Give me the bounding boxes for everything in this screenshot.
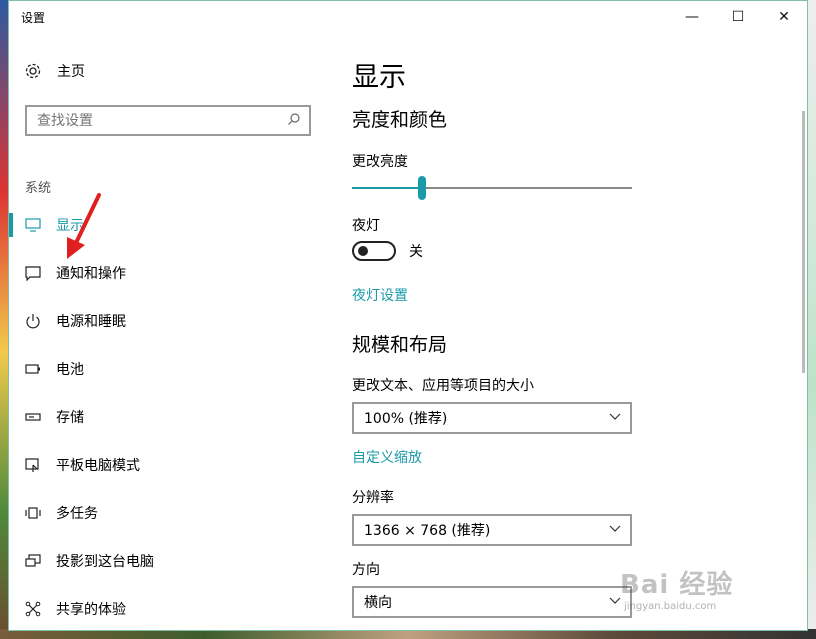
sidebar-item-label: 电源和睡眠 xyxy=(56,314,126,330)
night-light-state: 关 xyxy=(409,244,423,260)
monitor-icon xyxy=(23,215,43,235)
watermark-url: jingyan.baidu.com xyxy=(624,601,717,612)
sidebar-item-label: 投影到这台电脑 xyxy=(56,554,154,570)
sidebar-item-notifications[interactable]: 通知和操作 xyxy=(9,253,329,293)
main-content: 显示 亮度和颜色 更改亮度 夜灯 关 夜灯设置 规模和布局 更改文本、应用等项目… xyxy=(352,33,772,630)
close-icon: ✕ xyxy=(778,9,790,25)
brightness-label: 更改亮度 xyxy=(352,154,408,170)
sidebar-item-battery[interactable]: 电池 xyxy=(9,349,329,389)
search-icon[interactable] xyxy=(287,112,301,130)
orientation-dropdown[interactable]: 横向 xyxy=(352,586,632,618)
slider-thumb[interactable] xyxy=(418,176,426,200)
sidebar-item-label: 电池 xyxy=(56,362,84,378)
night-light-toggle-group: 关 xyxy=(352,241,423,261)
orientation-label: 方向 xyxy=(352,562,380,578)
window-title: 设置 xyxy=(21,11,46,25)
sidebar: 主页 系统 显示 通知和操作 电源和睡眠 xyxy=(9,33,329,630)
sidebar-item-storage[interactable]: 存储 xyxy=(9,397,329,437)
chevron-down-icon xyxy=(608,522,622,540)
search-box[interactable] xyxy=(25,105,311,136)
sidebar-item-label: 存储 xyxy=(56,410,84,426)
scale-dropdown[interactable]: 100% (推荐) xyxy=(352,402,632,434)
sidebar-item-label: 平板电脑模式 xyxy=(56,458,140,474)
orientation-value: 横向 xyxy=(364,595,392,611)
sidebar-item-project[interactable]: 投影到这台电脑 xyxy=(9,541,329,581)
minimize-button[interactable]: — xyxy=(669,1,715,33)
sidebar-item-home[interactable]: 主页 xyxy=(23,61,85,81)
scrollbar[interactable] xyxy=(802,111,805,373)
section-heading-scale-layout: 规模和布局 xyxy=(352,334,448,356)
sidebar-item-shared-experiences[interactable]: 共享的体验 xyxy=(9,589,329,629)
minimize-icon: — xyxy=(685,9,699,25)
sidebar-item-label: 通知和操作 xyxy=(56,266,126,282)
battery-icon xyxy=(23,359,43,379)
annotation-arrow-icon xyxy=(67,193,101,259)
storage-icon xyxy=(23,407,43,427)
sidebar-item-tablet-mode[interactable]: 平板电脑模式 xyxy=(9,445,329,485)
watermark: Bai 经验 jingyan.baidu.com xyxy=(620,564,733,612)
power-icon xyxy=(23,311,43,331)
search-input[interactable] xyxy=(27,107,287,134)
section-label-system: 系统 xyxy=(25,181,52,196)
sidebar-item-multitasking[interactable]: 多任务 xyxy=(9,493,329,533)
custom-scaling-link[interactable]: 自定义缩放 xyxy=(352,447,422,467)
share-icon xyxy=(23,599,43,619)
tablet-icon xyxy=(23,455,43,475)
sidebar-item-display[interactable]: 显示 xyxy=(9,205,329,245)
sidebar-item-power[interactable]: 电源和睡眠 xyxy=(9,301,329,341)
night-light-toggle[interactable] xyxy=(352,241,396,261)
close-button[interactable]: ✕ xyxy=(761,1,807,33)
slider-fill xyxy=(352,187,422,189)
sidebar-item-label: 共享的体验 xyxy=(56,602,126,618)
settings-window: 设置 — ☐ ✕ 主页 系统 显示 通知和操 xyxy=(8,0,808,631)
multitask-icon xyxy=(23,503,43,523)
maximize-button[interactable]: ☐ xyxy=(715,1,761,33)
project-icon xyxy=(23,551,43,571)
sidebar-item-label: 主页 xyxy=(57,64,85,80)
toggle-knob xyxy=(358,246,368,256)
resolution-value: 1366 × 768 (推荐) xyxy=(364,523,491,539)
section-heading-brightness: 亮度和颜色 xyxy=(352,109,448,131)
gear-icon xyxy=(23,61,43,81)
brightness-slider[interactable] xyxy=(352,173,632,203)
title-bar: 设置 — ☐ ✕ xyxy=(9,1,807,33)
resolution-dropdown[interactable]: 1366 × 768 (推荐) xyxy=(352,514,632,546)
scale-label: 更改文本、应用等项目的大小 xyxy=(352,378,534,394)
watermark-brand: Bai 经验 xyxy=(620,570,734,600)
page-title: 显示 xyxy=(352,62,406,93)
maximize-icon: ☐ xyxy=(731,9,745,25)
sidebar-item-label: 多任务 xyxy=(56,506,98,522)
night-light-label: 夜灯 xyxy=(352,218,380,234)
resolution-label: 分辨率 xyxy=(352,490,394,506)
scale-value: 100% (推荐) xyxy=(364,411,448,427)
chevron-down-icon xyxy=(608,410,622,428)
chat-bubble-icon xyxy=(23,263,43,283)
night-light-settings-link[interactable]: 夜灯设置 xyxy=(352,285,408,305)
